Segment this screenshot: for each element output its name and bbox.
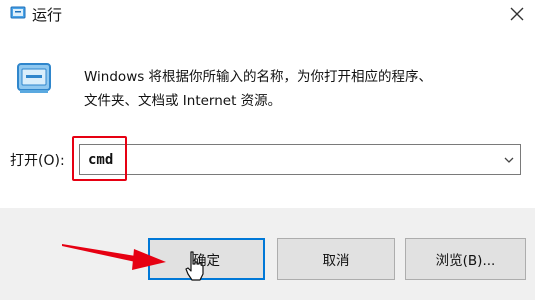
run-dialog-icon bbox=[17, 63, 51, 93]
open-label: 打开(O): bbox=[10, 153, 65, 169]
window-title: 运行 bbox=[32, 6, 63, 24]
description-line-1: Windows 将根据你所输入的名称，为你打开相应的程序、 bbox=[84, 69, 433, 85]
cancel-button[interactable]: 取消 bbox=[277, 238, 395, 280]
browse-button[interactable]: 浏览(B)... bbox=[405, 238, 526, 280]
button-footer: 确定 取消 浏览(B)... bbox=[0, 208, 535, 300]
run-app-icon bbox=[10, 6, 26, 19]
description-line-2: 文件夹、文档或 Internet 资源。 bbox=[84, 93, 282, 109]
description: Windows 将根据你所输入的名称，为你打开相应的程序、 文件夹、文档或 In… bbox=[84, 65, 524, 113]
chevron-down-icon[interactable] bbox=[502, 153, 516, 167]
open-combobox[interactable] bbox=[79, 144, 521, 175]
open-input[interactable] bbox=[82, 147, 482, 172]
close-icon bbox=[510, 7, 524, 21]
close-button[interactable] bbox=[499, 0, 535, 28]
title-bar: 运行 bbox=[0, 0, 535, 30]
ok-button[interactable]: 确定 bbox=[148, 238, 265, 280]
